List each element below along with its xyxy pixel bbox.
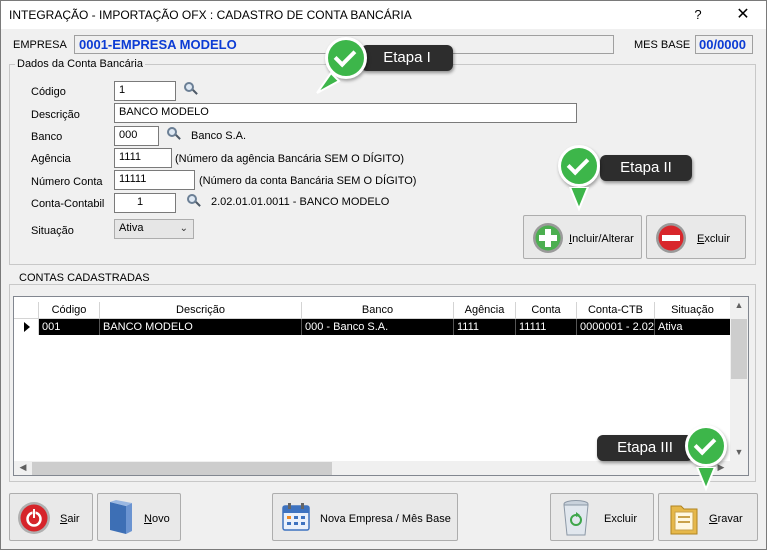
cell-banco: 000 - Banco S.A. (302, 319, 454, 335)
conta-contabil-desc: 2.02.01.01.0011 - BANCO MODELO (211, 196, 390, 208)
col-codigo[interactable]: Código (39, 302, 100, 319)
row-indicator (14, 319, 39, 335)
novo-button[interactable]: Novo (97, 493, 181, 541)
excluir-footer-button[interactable]: Excluir (550, 493, 654, 541)
scroll-up-icon[interactable]: ▲ (730, 300, 748, 310)
new-document-icon (110, 500, 132, 534)
close-button[interactable]: ✕ (723, 1, 763, 29)
banco-search-icon[interactable] (167, 127, 181, 141)
banco-input[interactable]: 000 (114, 126, 159, 146)
gravar-button[interactable]: Gravar (658, 493, 758, 541)
col-agencia[interactable]: Agência (454, 302, 516, 319)
numero-conta-label: Número Conta (31, 176, 103, 188)
recycle-bin-icon (563, 500, 589, 536)
cell-codigo: 001 (39, 319, 100, 335)
numero-conta-hint: (Número da conta Bancária SEM O DÍGITO) (199, 175, 417, 187)
excluir-footer-label: Excluir (604, 513, 638, 525)
situacao-label: Situação (31, 225, 74, 237)
banco-name: Banco S.A. (191, 130, 247, 142)
incluir-alterar-button[interactable]: Incluir/Alterar (523, 215, 642, 259)
cell-situacao: Ativa (658, 321, 683, 333)
agencia-label: Agência (31, 153, 71, 165)
cell-agencia: 1111 (454, 319, 516, 335)
banco-label: Banco (31, 131, 63, 143)
table-row[interactable]: 001 BANCO MODELO 000 - Banco S.A. 1111 1… (39, 319, 730, 335)
descricao-label: Descrição (31, 109, 80, 121)
add-icon (533, 223, 563, 253)
help-button[interactable]: ? (678, 1, 718, 29)
col-banco[interactable]: Banco (302, 302, 454, 319)
nova-empresa-label: Nova Empresa / Mês Base (320, 513, 451, 525)
sair-label: air (67, 513, 80, 525)
situacao-value: Ativa (119, 222, 144, 234)
gravar-label: ravar (717, 513, 743, 525)
cell-descricao: BANCO MODELO (100, 319, 302, 335)
cell-conta: 11111 (516, 319, 577, 335)
app-window: INTEGRAÇÃO - IMPORTAÇÃO OFX : CADASTRO D… (0, 0, 767, 550)
conta-contabil-input[interactable]: 1 (114, 193, 176, 213)
conta-contabil-label: Conta-Contabil (31, 198, 105, 210)
codigo-input[interactable]: 1 (114, 81, 176, 101)
col-situacao[interactable]: Situação (655, 302, 730, 319)
excluir-conta-label: xcluir (704, 233, 731, 245)
sair-button[interactable]: Sair (9, 493, 93, 541)
callout-pointer-icon (568, 187, 590, 212)
chevron-down-icon: ⌄ (179, 223, 188, 234)
callout-etapa-3-label: Etapa III (597, 435, 693, 461)
col-conta-ctb[interactable]: Conta-CTB (577, 302, 655, 319)
vertical-scroll-thumb[interactable] (731, 319, 747, 379)
remove-icon (656, 223, 686, 253)
row-pointer-icon (24, 322, 30, 332)
agencia-input[interactable]: 1111 (114, 148, 172, 168)
window-title: INTEGRAÇÃO - IMPORTAÇÃO OFX : CADASTRO D… (9, 8, 412, 22)
check-icon (685, 425, 727, 467)
horizontal-scroll-thumb[interactable] (32, 462, 332, 475)
grid-vertical-scrollbar[interactable]: ▲ ▼ (730, 297, 748, 461)
calendar-icon (282, 503, 310, 531)
contas-cadastradas-title: CONTAS CADASTRADAS (17, 272, 152, 284)
grid-horizontal-scrollbar[interactable]: ◀ ▶ (14, 461, 730, 475)
power-icon (18, 502, 50, 534)
agencia-hint: (Número da agência Bancária SEM O DÍGITO… (175, 153, 405, 165)
empresa-label: EMPRESA (13, 39, 67, 51)
mes-base-label: MES BASE (634, 39, 691, 51)
codigo-label: Código (31, 86, 66, 98)
scroll-down-icon[interactable]: ▼ (730, 447, 748, 457)
novo-mnemonic: N (144, 513, 152, 525)
novo-label: ovo (151, 513, 170, 525)
dados-conta-group-title: Dados da Conta Bancária (15, 58, 145, 70)
conta-contabil-search-icon[interactable] (187, 194, 201, 208)
col-descricao[interactable]: Descrição (100, 302, 302, 319)
gravar-mnemonic: G (709, 513, 718, 525)
incluir-alterar-label: ncluir/Alterar (572, 233, 634, 245)
mes-base-value: 00/0000 (695, 35, 753, 54)
col-conta[interactable]: Conta (516, 302, 577, 319)
callout-pointer-icon (695, 467, 717, 492)
descricao-input[interactable]: BANCO MODELO (114, 103, 577, 123)
title-bar: INTEGRAÇÃO - IMPORTAÇÃO OFX : CADASTRO D… (1, 1, 766, 29)
callout-etapa-2-label: Etapa II (600, 155, 692, 181)
codigo-search-icon[interactable] (184, 82, 198, 96)
check-icon (558, 145, 600, 187)
callout-etapa-1-label: Etapa I (361, 45, 453, 71)
grid-header: Código Descrição Banco Agência Conta Con… (14, 302, 730, 319)
nova-empresa-mes-base-button[interactable]: Nova Empresa / Mês Base (272, 493, 458, 541)
save-folder-icon (670, 505, 698, 535)
scroll-left-icon[interactable]: ◀ (15, 462, 31, 473)
cell-conta-ctb: 0000001 - 2.02 (577, 319, 655, 335)
situacao-select[interactable]: Ativa ⌄ (114, 219, 194, 239)
callout-pointer-icon (316, 71, 341, 94)
excluir-conta-button[interactable]: Excluir (646, 215, 746, 259)
numero-conta-input[interactable]: 11111 (114, 170, 195, 190)
scroll-corner (730, 461, 748, 475)
grid-header-indicator (14, 302, 39, 319)
